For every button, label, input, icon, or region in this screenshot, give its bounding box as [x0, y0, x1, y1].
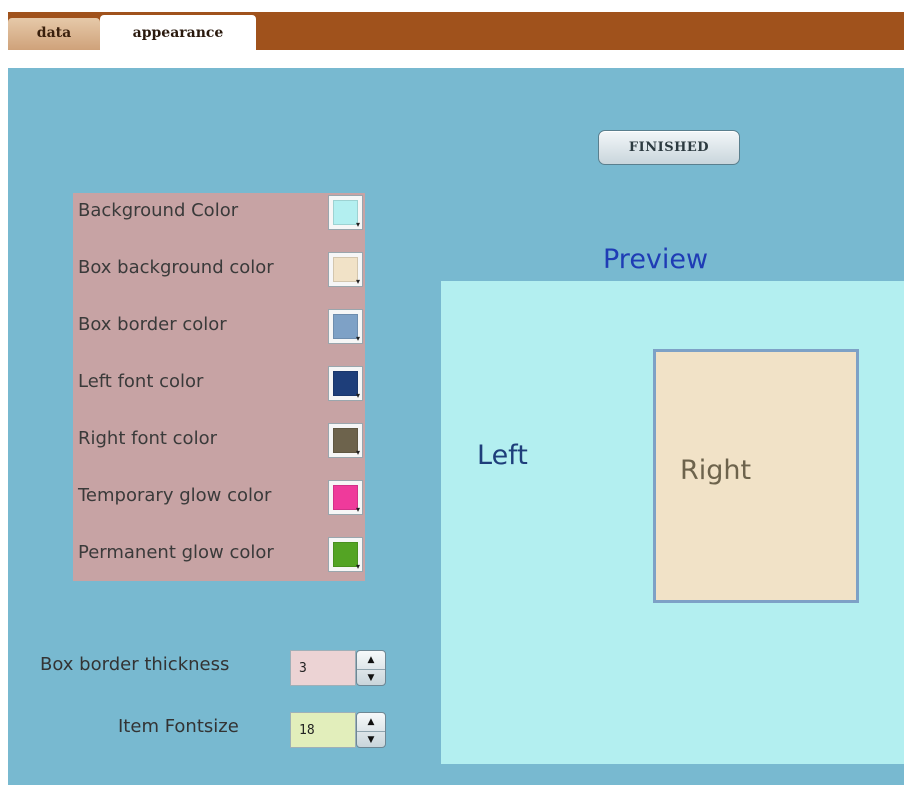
dropdown-arrow-icon: ▾ — [355, 391, 360, 400]
preview-right-box: Right — [653, 349, 859, 603]
color-swatch-fill — [333, 371, 358, 396]
color-label: Right font color — [78, 428, 217, 449]
box-border-thickness-stepper[interactable]: ▲ ▼ — [356, 650, 386, 686]
item-fontsize-label: Item Fontsize — [118, 716, 239, 737]
color-label: Box border color — [78, 314, 227, 335]
color-picker-swatch[interactable]: ▾ — [328, 537, 363, 572]
color-row-permanent-glow: Permanent glow color ▾ — [73, 536, 365, 576]
color-settings-panel: Background Color ▾ Box background color … — [73, 193, 365, 581]
color-row-temporary-glow: Temporary glow color ▾ — [73, 479, 365, 519]
dropdown-arrow-icon: ▾ — [355, 220, 360, 229]
dropdown-arrow-icon: ▾ — [355, 334, 360, 343]
color-row-box-background: Box background color ▾ — [73, 251, 365, 291]
preview-left-label: Left — [477, 440, 528, 471]
tab-appearance[interactable]: appearance — [100, 15, 256, 50]
color-row-left-font: Left font color ▾ — [73, 365, 365, 405]
color-label: Background Color — [78, 200, 239, 221]
preview-title: Preview — [603, 244, 709, 275]
tab-data[interactable]: data — [8, 18, 100, 50]
color-swatch-fill — [333, 428, 358, 453]
color-swatch-fill — [333, 542, 358, 567]
color-row-background: Background Color ▾ — [73, 194, 365, 234]
arrow-up-icon[interactable]: ▲ — [357, 652, 385, 668]
preview-area: Left Right — [441, 281, 904, 764]
color-picker-swatch[interactable]: ▾ — [328, 423, 363, 458]
arrow-down-icon[interactable]: ▼ — [357, 731, 385, 747]
color-row-box-border: Box border color ▾ — [73, 308, 365, 348]
color-label: Temporary glow color — [78, 485, 272, 506]
item-fontsize-stepper[interactable]: ▲ ▼ — [356, 712, 386, 748]
color-label: Left font color — [78, 371, 204, 392]
color-label: Permanent glow color — [78, 542, 274, 563]
dropdown-arrow-icon: ▾ — [355, 505, 360, 514]
color-picker-swatch[interactable]: ▾ — [328, 252, 363, 287]
dropdown-arrow-icon: ▾ — [355, 562, 360, 571]
color-swatch-fill — [333, 485, 358, 510]
color-picker-swatch[interactable]: ▾ — [328, 480, 363, 515]
arrow-up-icon[interactable]: ▲ — [357, 714, 385, 730]
box-border-thickness-input[interactable]: 3 — [290, 650, 356, 686]
color-picker-swatch[interactable]: ▾ — [328, 309, 363, 344]
box-border-thickness-label: Box border thickness — [40, 654, 230, 675]
tab-bar: data appearance — [8, 12, 904, 50]
tab-underline-strip — [8, 50, 904, 68]
color-swatch-fill — [333, 314, 358, 339]
finished-button[interactable]: FINISHED — [598, 130, 740, 165]
color-row-right-font: Right font color ▾ — [73, 422, 365, 462]
color-label: Box background color — [78, 257, 274, 278]
arrow-down-icon[interactable]: ▼ — [357, 669, 385, 685]
preview-right-label: Right — [680, 455, 752, 486]
color-picker-swatch[interactable]: ▾ — [328, 366, 363, 401]
item-fontsize-input[interactable]: 18 — [290, 712, 356, 748]
dropdown-arrow-icon: ▾ — [355, 277, 360, 286]
color-swatch-fill — [333, 257, 358, 282]
dropdown-arrow-icon: ▾ — [355, 448, 360, 457]
color-picker-swatch[interactable]: ▾ — [328, 195, 363, 230]
color-swatch-fill — [333, 200, 358, 225]
